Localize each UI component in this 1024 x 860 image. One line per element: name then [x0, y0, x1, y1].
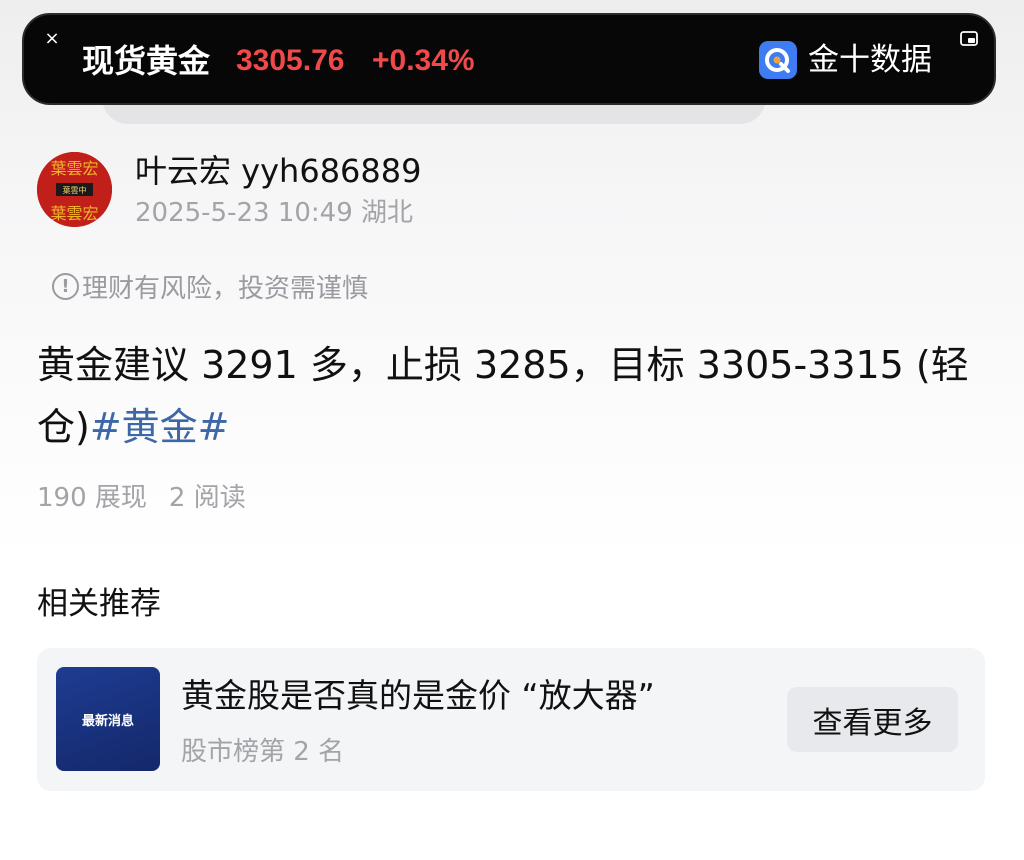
close-icon[interactable]: ×: [44, 29, 60, 49]
recommendation-subtitle: 股市榜第 2 名: [181, 737, 345, 767]
gold-price-ticker[interactable]: × 现货黄金 3305.76 +0.34% 金十数据: [22, 13, 996, 105]
info-icon: !: [52, 272, 79, 300]
view-more-button[interactable]: 查看更多: [787, 687, 958, 752]
recommendation-thumbnail: 最新消息: [56, 667, 160, 771]
impressions-count: 190 展现: [37, 483, 147, 513]
avatar-text-top: 葉雲宏: [50, 159, 98, 178]
ticker-price: 3305.76: [236, 44, 345, 77]
recommendation-card[interactable]: 最新消息 黄金股是否真的是金价 “放大器” 股市榜第 2 名 查看更多: [37, 648, 985, 791]
pip-icon[interactable]: [960, 31, 978, 51]
ticker-name: 现货黄金: [82, 42, 211, 80]
post-body: 黄金建议 3291 多，止损 3285，目标 3305-3315 (轻仓)#黄金…: [37, 334, 977, 458]
reads-count: 2 阅读: [168, 483, 246, 513]
ticker-change: +0.34%: [372, 44, 475, 77]
author-name[interactable]: 叶云宏 yyh686889: [135, 152, 422, 190]
brand-logo-icon: [759, 41, 797, 79]
post-meta: 2025-5-23 10:49 湖北: [135, 198, 414, 228]
post-stats: 190 展现 2 阅读: [37, 481, 246, 515]
brand-name: 金十数据: [808, 42, 932, 78]
thumbnail-label: 最新消息: [81, 713, 134, 729]
related-section-title: 相关推荐: [37, 586, 161, 622]
avatar-text-bottom: 葉雲宏: [50, 204, 98, 223]
hashtag-link[interactable]: #黄金#: [90, 405, 230, 449]
recommendation-title[interactable]: 黄金股是否真的是金价 “放大器”: [181, 676, 655, 716]
avatar[interactable]: 葉雲宏 葉雲中 葉雲宏: [37, 152, 112, 227]
risk-notice-text: 理财有风险，投资需谨慎: [82, 273, 369, 304]
risk-notice: ! 理财有风险，投资需谨慎: [52, 268, 368, 304]
avatar-text-middle: 葉雲中: [63, 185, 87, 195]
